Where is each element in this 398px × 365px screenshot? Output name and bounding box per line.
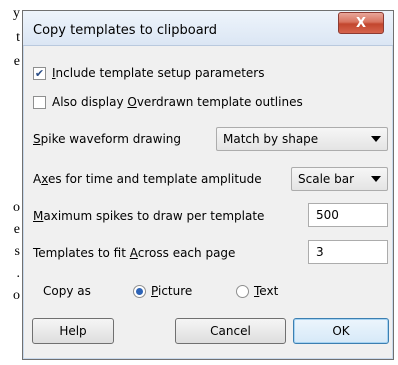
fit-across-input[interactable]: 3	[308, 240, 388, 264]
copy-templates-dialog: Copy templates to clipboard X ✔ Include …	[22, 10, 394, 360]
spike-drawing-label: Spike waveform drawing	[33, 132, 182, 146]
ok-button[interactable]: OK	[293, 318, 389, 344]
bg-text: e	[13, 54, 20, 69]
picture-radio-option[interactable]: Picture	[133, 284, 192, 298]
bg-text: o	[13, 288, 20, 303]
copy-as-label: Copy as	[43, 284, 91, 298]
close-button[interactable]: X	[338, 12, 384, 34]
text-radio-option[interactable]: Text	[236, 284, 278, 298]
overdrawn-row[interactable]: Also display Overdrawn template outlines	[33, 95, 303, 109]
include-setup-row[interactable]: ✔ Include template setup parameters	[33, 66, 264, 80]
spike-drawing-select[interactable]: Match by shape	[216, 127, 388, 151]
close-icon: X	[355, 15, 367, 31]
axes-value: Scale bar	[298, 172, 355, 186]
bg-text: .	[16, 266, 21, 281]
fit-across-label: Templates to fit Across each page	[33, 246, 236, 260]
max-spikes-input[interactable]: 500	[308, 203, 388, 227]
bg-text: s	[14, 244, 20, 259]
axes-select[interactable]: Scale bar	[291, 167, 388, 191]
chevron-down-icon	[371, 176, 381, 182]
include-setup-label: Include template setup parameters	[52, 66, 265, 80]
text-radio[interactable]	[236, 284, 249, 298]
spike-drawing-value: Match by shape	[223, 132, 319, 146]
picture-label: Picture	[151, 284, 193, 298]
axes-label: Axes for time and template amplitude	[33, 172, 262, 186]
picture-radio[interactable]	[133, 284, 146, 298]
help-button[interactable]: Help	[32, 318, 114, 344]
chevron-down-icon	[371, 136, 381, 142]
max-spikes-label: Maximum spikes to draw per template	[33, 209, 265, 223]
bg-text: o	[13, 200, 20, 215]
radio-selected-dot	[136, 287, 143, 295]
bg-text: y	[13, 6, 20, 21]
overdrawn-label: Also display Overdrawn template outlines	[52, 95, 303, 109]
text-label: Text	[254, 284, 279, 298]
title-bar[interactable]: Copy templates to clipboard X	[23, 11, 393, 46]
fit-across-value: 3	[316, 245, 324, 259]
max-spikes-value: 500	[316, 208, 339, 222]
dialog-title: Copy templates to clipboard	[33, 23, 218, 38]
cancel-button[interactable]: Cancel	[175, 318, 286, 344]
checkmark-icon: ✔	[34, 66, 45, 80]
overdrawn-checkbox[interactable]	[33, 95, 46, 109]
bg-text: e	[13, 222, 20, 237]
include-setup-checkbox[interactable]: ✔	[33, 66, 46, 80]
background-document: y t e o e s . o	[0, 0, 22, 365]
bg-text: t	[16, 30, 20, 45]
